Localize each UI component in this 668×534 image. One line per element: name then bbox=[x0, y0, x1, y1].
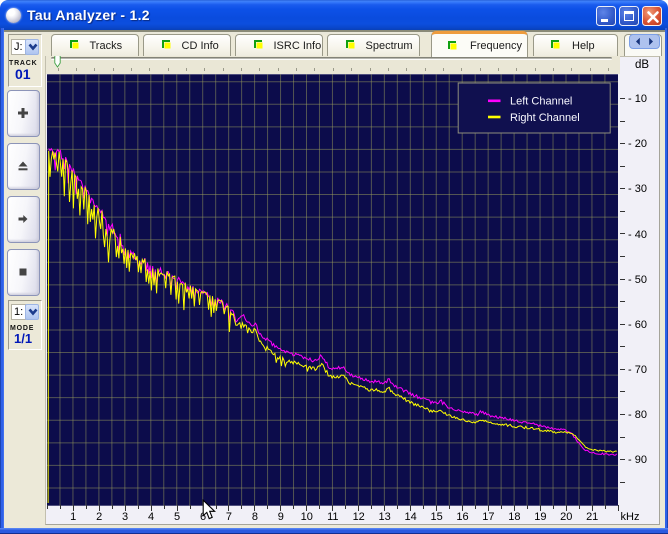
svg-text:Right Channel: Right Channel bbox=[510, 112, 580, 124]
svg-text:Left Channel: Left Channel bbox=[510, 95, 572, 107]
